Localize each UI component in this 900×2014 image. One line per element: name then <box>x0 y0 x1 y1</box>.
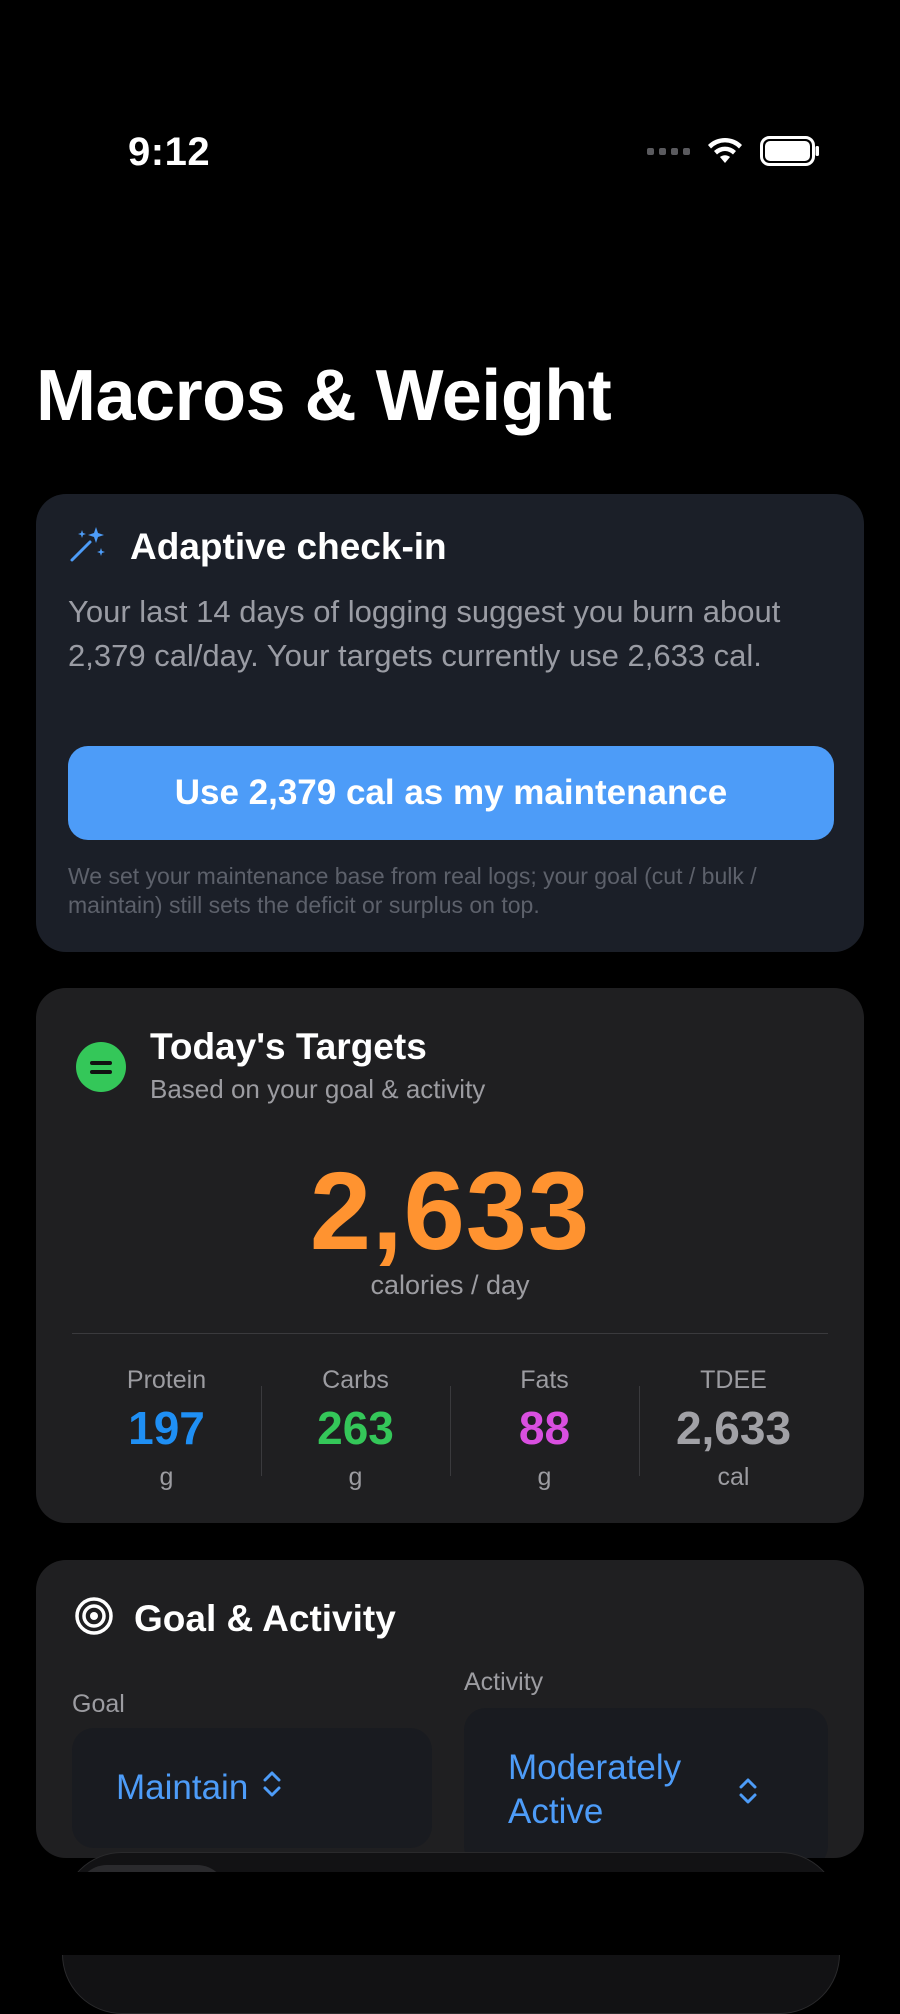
page-title: Macros & Weight <box>36 356 612 436</box>
target-icon <box>74 1596 114 1641</box>
status-bar: 9:12 <box>0 0 900 200</box>
checkin-header: Adaptive check-in <box>68 524 447 569</box>
macro-breakdown: Protein 197 g Carbs 263 g Fats 88 g TDEE… <box>72 1366 828 1492</box>
macro-fats: Fats 88 g <box>450 1366 639 1492</box>
macro-value: 263 <box>317 1402 394 1454</box>
bottom-area <box>0 1872 900 1955</box>
chevron-up-down-icon <box>738 1774 758 1818</box>
goal-activity-title: Goal & Activity <box>134 1597 396 1639</box>
macro-unit: cal <box>717 1463 750 1491</box>
chevron-up-down-icon <box>262 1768 282 1809</box>
macro-unit: g <box>537 1463 552 1491</box>
goal-label: Goal <box>72 1690 125 1718</box>
macro-tdee: TDEE 2,633 cal <box>639 1366 828 1492</box>
equal-circle-icon <box>76 1042 126 1092</box>
todays-targets-card: Today's Targets Based on your goal & act… <box>36 988 864 1523</box>
daily-calories-value: 2,633 <box>309 1150 591 1273</box>
calories-unit: calories / day <box>370 1270 530 1300</box>
macro-label: TDEE <box>700 1366 767 1394</box>
macro-value: 197 <box>128 1402 205 1454</box>
macro-label: Protein <box>126 1366 207 1394</box>
macro-label: Carbs <box>322 1366 389 1394</box>
targets-header: Today's Targets Based on your goal & act… <box>76 1026 485 1105</box>
activity-picker[interactable]: Moderately Active <box>464 1708 828 1858</box>
battery-icon <box>760 136 820 166</box>
macro-carbs: Carbs 263 g <box>261 1366 450 1492</box>
adaptive-checkin-card: Adaptive check-in Your last 14 days of l… <box>36 494 864 952</box>
macro-unit: g <box>348 1463 363 1491</box>
goal-picker[interactable]: Maintain <box>72 1728 432 1848</box>
wifi-icon <box>706 137 744 165</box>
macro-unit: g <box>159 1463 174 1491</box>
checkin-body: Your last 14 days of logging suggest you… <box>68 594 781 673</box>
checkin-title: Adaptive check-in <box>130 525 447 567</box>
status-time: 9:12 <box>128 130 211 174</box>
goal-header: Goal & Activity <box>74 1596 396 1641</box>
activity-label: Activity <box>464 1668 544 1696</box>
status-icons <box>647 136 820 166</box>
goal-value: Maintain <box>116 1768 249 1807</box>
targets-title: Today's Targets <box>150 1026 427 1067</box>
divider <box>72 1333 828 1334</box>
goal-activity-card: Goal & Activity Goal Activity Maintain M… <box>36 1560 864 1858</box>
checkin-note: We set your maintenance base from real l… <box>68 863 757 918</box>
macro-label: Fats <box>520 1366 569 1394</box>
macro-value: 2,633 <box>675 1402 792 1454</box>
use-maintenance-button[interactable]: Use 2,379 cal as my maintenance <box>68 746 834 840</box>
cellular-signal-icon <box>647 147 690 155</box>
targets-subtitle: Based on your goal & activity <box>150 1074 486 1104</box>
activity-value: Moderately Active <box>508 1748 682 1831</box>
magic-wand-icon <box>68 524 108 569</box>
macro-protein: Protein 197 g <box>72 1366 261 1492</box>
macro-value: 88 <box>518 1402 571 1454</box>
